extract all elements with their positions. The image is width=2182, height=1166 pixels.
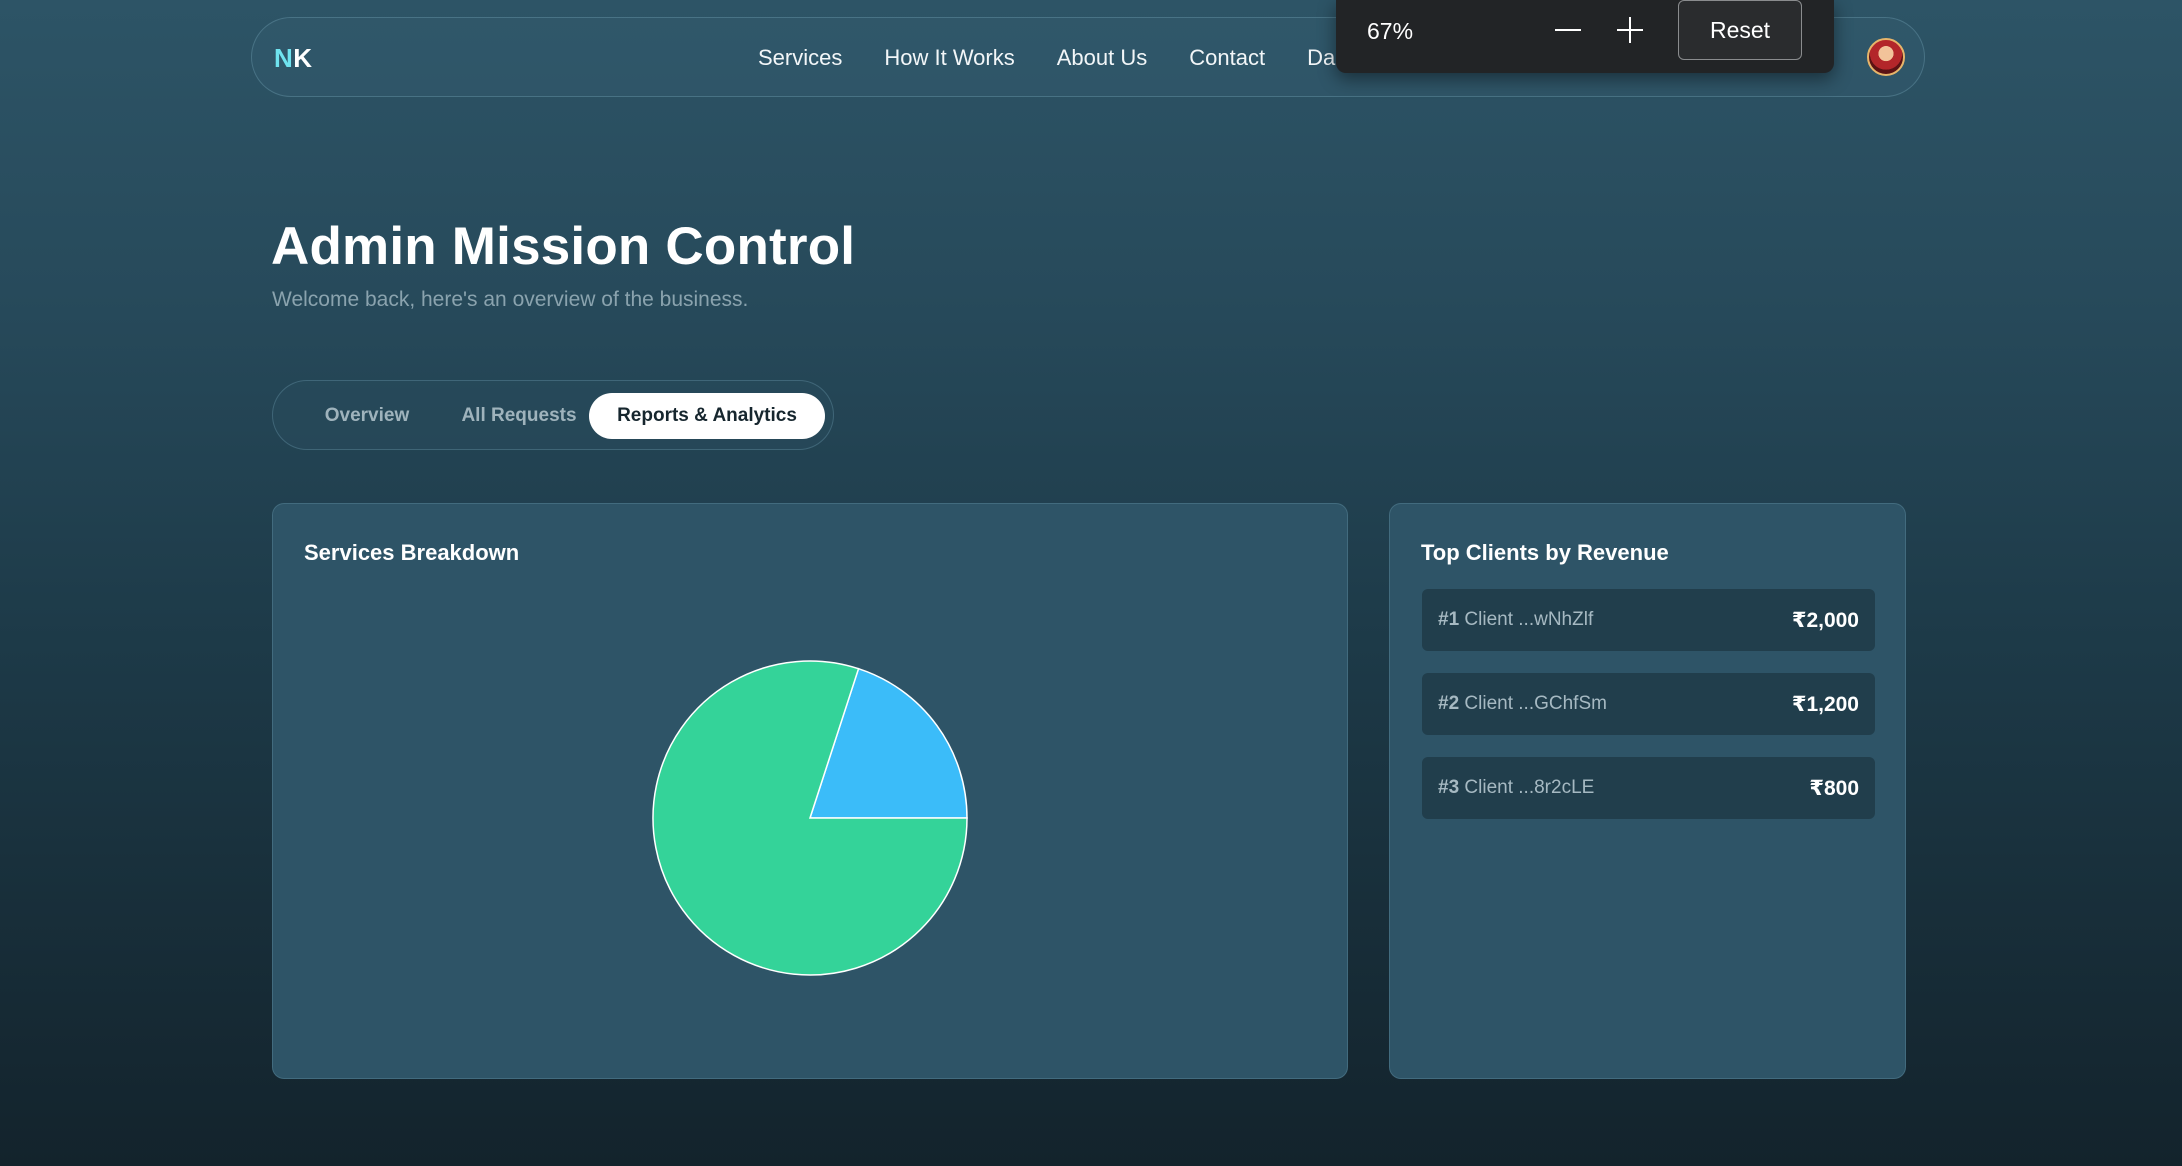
page-title: Admin Mission Control xyxy=(271,217,856,276)
zoom-level: 67% xyxy=(1367,17,1414,44)
nav-link-dashboard[interactable]: Da xyxy=(1307,45,1335,71)
avatar[interactable] xyxy=(1867,38,1905,76)
client-rank: #1 xyxy=(1438,609,1460,630)
client-name: Client ...wNhZlf xyxy=(1464,609,1594,630)
client-amount: ₹2,000 xyxy=(1791,608,1859,632)
zoom-reset-button[interactable]: Reset xyxy=(1678,0,1802,60)
client-rank: #3 xyxy=(1438,777,1460,798)
client-name: Client ...8r2cLE xyxy=(1464,777,1595,798)
client-amount: ₹1,200 xyxy=(1791,692,1859,716)
client-amount: ₹800 xyxy=(1809,776,1859,800)
minus-icon xyxy=(1555,29,1581,31)
logo-letter-k: K xyxy=(293,42,313,73)
client-label: #1 Client ...wNhZlf xyxy=(1438,609,1593,631)
logo[interactable]: NK xyxy=(274,18,313,98)
tab-all-requests[interactable]: All Requests xyxy=(443,393,595,439)
client-row[interactable]: #2 Client ...GChfSm ₹1,200 xyxy=(1422,673,1875,735)
client-name: Client ...GChfSm xyxy=(1464,693,1607,714)
zoom-out-button[interactable] xyxy=(1546,10,1590,50)
nav-link-services[interactable]: Services xyxy=(758,45,842,71)
client-label: #3 Client ...8r2cLE xyxy=(1438,777,1594,799)
logo-letter-n: N xyxy=(274,42,294,73)
plus-icon xyxy=(1617,17,1643,43)
client-row[interactable]: #3 Client ...8r2cLE ₹800 xyxy=(1422,757,1875,819)
zoom-popup: 67% Reset xyxy=(1336,0,1834,73)
client-label: #2 Client ...GChfSm xyxy=(1438,693,1607,715)
top-clients-card: Top Clients by Revenue #1 Client ...wNhZ… xyxy=(1389,503,1906,1079)
zoom-in-button[interactable] xyxy=(1608,10,1652,50)
services-breakdown-card: Services Breakdown xyxy=(272,503,1348,1079)
nav-links: Services How It Works About Us Contact D… xyxy=(758,18,1377,98)
nav-link-how-it-works[interactable]: How It Works xyxy=(884,45,1014,71)
services-pie-chart xyxy=(652,660,968,976)
top-clients-title: Top Clients by Revenue xyxy=(1421,540,1669,565)
nav-link-about-us[interactable]: About Us xyxy=(1057,45,1148,71)
client-row[interactable]: #1 Client ...wNhZlf ₹2,000 xyxy=(1422,589,1875,651)
tab-bar: Overview All Requests Reports & Analytic… xyxy=(272,380,834,450)
tab-overview[interactable]: Overview xyxy=(291,393,443,439)
page-subtitle: Welcome back, here's an overview of the … xyxy=(272,288,749,311)
client-rank: #2 xyxy=(1438,693,1460,714)
nav-link-contact[interactable]: Contact xyxy=(1189,45,1265,71)
tab-reports-analytics[interactable]: Reports & Analytics xyxy=(589,393,825,439)
